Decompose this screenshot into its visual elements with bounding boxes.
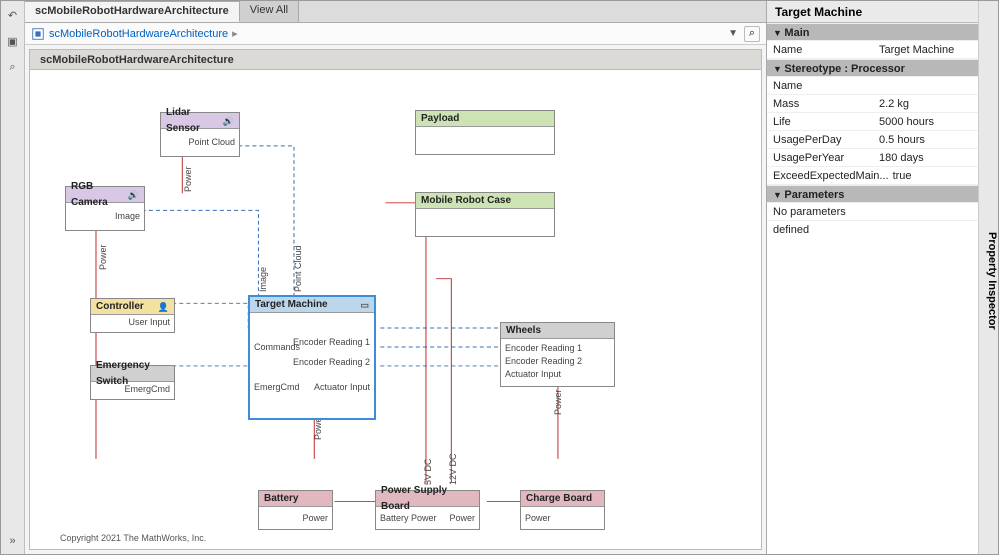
port-in-act: Actuator Input	[505, 369, 561, 379]
block-emergency-switch[interactable]: Emergency Switch EmergCmd	[90, 365, 175, 400]
diagram-canvas[interactable]: Image Point Cloud Power Power Power Powe…	[30, 70, 761, 549]
block-payload[interactable]: Payload	[415, 110, 555, 155]
zoom-icon[interactable]: ⌕	[5, 59, 21, 75]
fit-icon[interactable]: ▣	[5, 33, 21, 49]
port-in: Battery Power	[380, 513, 437, 523]
property-inspector: Target Machine Main Name Target Machine …	[766, 1, 998, 554]
chip-icon: ▭	[360, 297, 369, 313]
prop-key: Name	[767, 41, 875, 58]
prop-value[interactable]: true	[889, 167, 978, 184]
block-title: Lidar Sensor	[166, 105, 223, 137]
prop-key: Mass	[767, 95, 875, 112]
wire-label-pointcloud: Point Cloud	[293, 245, 303, 292]
prop-key: UsagePerDay	[767, 131, 875, 148]
breadcrumb-root[interactable]: scMobileRobotHardwareArchitecture	[49, 28, 228, 40]
block-wheels[interactable]: Wheels Encoder Reading 1 Encoder Reading…	[500, 322, 615, 387]
port-out-enc1: Encoder Reading 1	[293, 337, 370, 347]
port-out-act: Actuator Input	[314, 382, 370, 392]
block-charge-board[interactable]: Charge Board Power	[520, 490, 605, 530]
block-battery[interactable]: Battery Power	[258, 490, 333, 530]
sound-icon: 🔊	[223, 113, 234, 129]
person-icon: 👤	[158, 299, 169, 315]
prop-key: ExceedExpectedMain...	[767, 167, 889, 184]
diagram-canvas-frame: scMobileRobotHardwareArchitecture	[29, 49, 762, 550]
diagram-title: scMobileRobotHardwareArchitecture	[30, 50, 761, 70]
section-stereotype[interactable]: Stereotype : Processor	[767, 59, 978, 77]
port-out: User Input	[128, 317, 170, 327]
inspector-title: Target Machine	[767, 1, 978, 23]
search-icon[interactable]: ⌕	[744, 26, 760, 42]
section-main[interactable]: Main	[767, 23, 978, 41]
prop-key: Life	[767, 113, 875, 130]
wire-label-12v: 12V DC	[448, 453, 458, 485]
block-title: Wheels	[506, 323, 541, 339]
block-title: RGB Camera	[71, 179, 128, 211]
prop-value[interactable]: 5000 hours	[875, 113, 978, 130]
breadcrumb: scMobileRobotHardwareArchitecture ▸ ▼ ⌕	[25, 23, 766, 45]
block-title: Mobile Robot Case	[421, 193, 511, 209]
block-rgb-camera[interactable]: RGB Camera🔊 Image	[65, 186, 145, 231]
block-title: Power Supply Board	[381, 483, 474, 515]
prop-value	[874, 203, 979, 220]
prop-key: No parameters defined	[767, 203, 874, 220]
left-toolbar: ↶ ▣ ⌕ »	[1, 1, 25, 554]
prop-value[interactable]: 180 days	[875, 149, 978, 166]
port-out: EmergCmd	[124, 384, 170, 394]
wire-label-power-lidar: Power	[183, 166, 193, 192]
wire-label-power-rgb: Power	[98, 244, 108, 270]
prop-key: Name	[767, 77, 875, 94]
wire-label-5v: 5V DC	[423, 458, 433, 485]
prop-row: Name Target Machine	[767, 41, 978, 59]
block-target-machine[interactable]: Target Machine▭ Commands EmergCmd Encode…	[248, 295, 376, 420]
port-out: Power	[449, 513, 475, 523]
wire-label-image: Image	[258, 267, 268, 292]
port-out: Point Cloud	[188, 137, 235, 147]
block-lidar-sensor[interactable]: Lidar Sensor🔊 Point Cloud	[160, 112, 240, 157]
block-title: Target Machine	[255, 297, 328, 313]
back-icon[interactable]: ↶	[5, 7, 21, 23]
port-out: Image	[115, 211, 140, 221]
prop-value[interactable]: Target Machine	[875, 41, 978, 58]
port-out: Power	[525, 513, 551, 523]
tab-view-all[interactable]: View All	[240, 1, 299, 22]
prop-value[interactable]	[875, 77, 978, 94]
model-icon	[31, 27, 45, 41]
copyright-text: Copyright 2021 The MathWorks, Inc.	[60, 533, 206, 543]
tab-bar: scMobileRobotHardwareArchitecture View A…	[25, 1, 766, 23]
sound-icon: 🔊	[128, 187, 139, 203]
port-in-enc1: Encoder Reading 1	[505, 343, 582, 353]
block-title: Charge Board	[526, 491, 592, 507]
port-out-enc2: Encoder Reading 2	[293, 357, 370, 367]
block-mobile-robot-case[interactable]: Mobile Robot Case	[415, 192, 555, 237]
chevron-right-icon: ▸	[232, 27, 238, 40]
block-title: Payload	[421, 111, 459, 127]
inspector-tab[interactable]: Property Inspector	[978, 1, 998, 554]
port-out: Power	[302, 513, 328, 523]
prop-value[interactable]: 0.5 hours	[875, 131, 978, 148]
breadcrumb-dropdown-icon[interactable]: ▼	[726, 26, 740, 41]
tab-architecture[interactable]: scMobileRobotHardwareArchitecture	[25, 1, 240, 22]
block-controller[interactable]: Controller 👤 User Input	[90, 298, 175, 333]
prop-key: UsagePerYear	[767, 149, 875, 166]
block-title: Battery	[264, 491, 298, 507]
port-in-emerg: EmergCmd	[254, 382, 300, 392]
main-area: scMobileRobotHardwareArchitecture View A…	[25, 1, 766, 554]
block-power-supply-board[interactable]: Power Supply Board Battery Power Power	[375, 490, 480, 530]
section-parameters[interactable]: Parameters	[767, 185, 978, 203]
port-in-enc2: Encoder Reading 2	[505, 356, 582, 366]
wire-label-power-wheels: Power	[553, 389, 563, 415]
prop-value[interactable]: 2.2 kg	[875, 95, 978, 112]
expand-icon[interactable]: »	[5, 533, 21, 549]
block-title: Controller	[96, 299, 144, 315]
